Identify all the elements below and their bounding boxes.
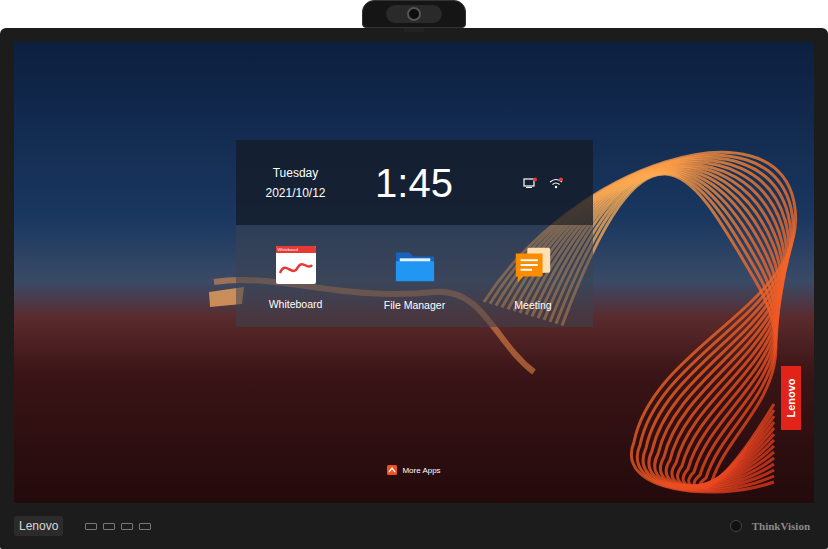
clock-time: 1:45: [356, 163, 473, 203]
app-tile[interactable]: Whiteboard Whiteboard: [236, 242, 356, 310]
app-tile[interactable]: File Manager: [356, 241, 474, 311]
webcam-lens-icon: [386, 5, 442, 23]
date-block: Tuesday 2021/10/12: [236, 166, 356, 200]
bezel-left: Lenovo: [14, 516, 151, 536]
app-label: Whiteboard: [269, 298, 323, 310]
app-grid: Whiteboard Whiteboard File Manager Meeting: [236, 225, 593, 327]
status-icons: [473, 177, 593, 189]
wave-icon: [276, 253, 316, 284]
lenovo-badge: Lenovo: [781, 366, 801, 430]
port-icon: [103, 523, 115, 530]
app-label: File Manager: [384, 299, 445, 311]
model-logo: ThinkVision: [752, 520, 810, 532]
app-label: Meeting: [514, 299, 551, 311]
bezel-right: ThinkVision: [730, 520, 810, 532]
brand-logo: Lenovo: [14, 516, 63, 536]
port-icon: [85, 523, 97, 530]
clock-bar: Tuesday 2021/10/12 1:45: [236, 140, 593, 225]
display-device: Tuesday2021/10/121:45WhiteboardWhiteboar…: [0, 28, 828, 549]
badge-label: Lenovo: [785, 378, 797, 417]
port-icon: [139, 523, 151, 530]
apps-icon: [387, 465, 397, 475]
screen-share-icon: [523, 177, 537, 189]
home-screen: Tuesday2021/10/121:45WhiteboardWhiteboar…: [14, 42, 814, 503]
meeting-icon: [512, 245, 554, 285]
more-apps-button[interactable]: More Apps: [387, 465, 440, 475]
home-panel: Tuesday2021/10/121:45WhiteboardWhiteboar…: [236, 140, 593, 327]
port-row: [85, 523, 151, 530]
day-label: Tuesday: [273, 166, 319, 180]
bottom-bezel: Lenovo ThinkVision: [14, 503, 814, 549]
whiteboard-icon-title: Whiteboard: [276, 246, 316, 253]
date-label: 2021/10/12: [265, 186, 325, 200]
wifi-icon: [549, 177, 563, 189]
port-icon: [121, 523, 133, 530]
more-apps-label: More Apps: [402, 466, 440, 475]
folder-icon: [394, 245, 436, 285]
webcam: [362, 0, 466, 28]
whiteboard-icon: Whiteboard: [276, 246, 316, 284]
sensor-icon: [730, 520, 742, 532]
app-tile[interactable]: Meeting: [474, 241, 593, 311]
lens-dot-icon: [407, 7, 421, 21]
